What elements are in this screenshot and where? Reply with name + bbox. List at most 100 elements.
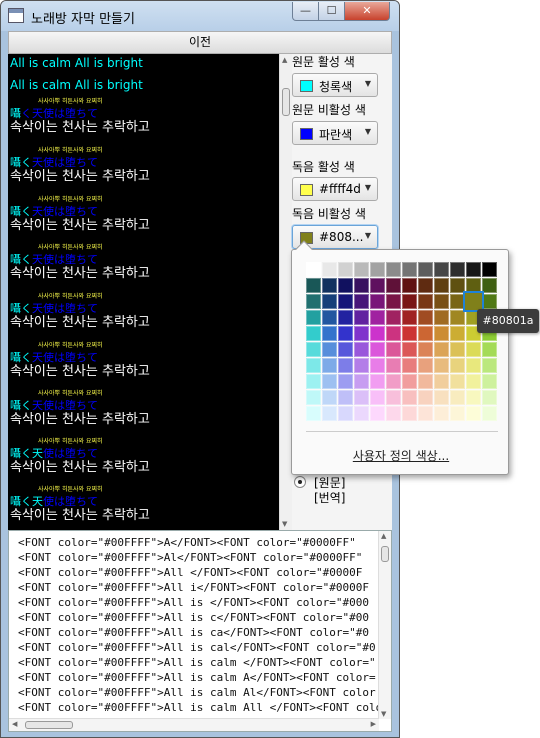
color-swatch[interactable]	[306, 278, 321, 293]
orig-inactive-color-combo[interactable]: 파란색 ▼	[292, 121, 378, 145]
color-swatch[interactable]	[418, 278, 433, 293]
color-swatch[interactable]	[338, 278, 353, 293]
color-swatch[interactable]	[386, 294, 401, 309]
scroll-down-icon[interactable]: ▼	[381, 710, 386, 718]
gray-swatch[interactable]	[386, 262, 401, 277]
color-swatch[interactable]	[482, 294, 497, 309]
color-swatch[interactable]	[370, 406, 385, 421]
code-vertical-scrollbar[interactable]: ▲ ▼	[378, 531, 391, 719]
color-swatch[interactable]	[322, 326, 337, 341]
color-swatch[interactable]	[338, 326, 353, 341]
code-output[interactable]: <FONT color="#00FFFF">A</FONT><FONT colo…	[8, 530, 392, 732]
scroll-right-icon[interactable]: ▶	[371, 720, 376, 728]
color-swatch[interactable]	[370, 342, 385, 357]
color-swatch[interactable]	[466, 390, 481, 405]
gray-swatch[interactable]	[306, 262, 321, 277]
minimize-button[interactable]: —	[292, 2, 319, 21]
color-swatch[interactable]	[354, 278, 369, 293]
color-swatch[interactable]	[386, 358, 401, 373]
color-swatch[interactable]	[386, 390, 401, 405]
color-swatch[interactable]	[386, 342, 401, 357]
scroll-up-icon[interactable]: ▲	[381, 532, 386, 540]
color-swatch[interactable]	[418, 294, 433, 309]
color-swatch[interactable]	[402, 390, 417, 405]
color-swatch[interactable]	[306, 390, 321, 405]
color-swatch[interactable]	[306, 294, 321, 309]
color-swatch[interactable]	[354, 390, 369, 405]
color-swatch[interactable]	[402, 294, 417, 309]
color-swatch[interactable]	[434, 278, 449, 293]
color-swatch[interactable]	[306, 342, 321, 357]
color-swatch[interactable]	[322, 358, 337, 373]
color-swatch[interactable]	[418, 358, 433, 373]
color-swatch[interactable]	[434, 310, 449, 325]
color-swatch[interactable]	[354, 406, 369, 421]
radio-original[interactable]	[294, 476, 306, 488]
color-swatch[interactable]	[354, 294, 369, 309]
color-swatch[interactable]	[322, 310, 337, 325]
color-swatch[interactable]	[450, 406, 465, 421]
gray-swatch[interactable]	[434, 262, 449, 277]
color-swatch[interactable]	[434, 390, 449, 405]
color-swatch[interactable]	[450, 342, 465, 357]
gray-swatch[interactable]	[322, 262, 337, 277]
color-swatch[interactable]	[322, 374, 337, 389]
color-swatch[interactable]	[434, 406, 449, 421]
color-swatch[interactable]	[354, 326, 369, 341]
color-swatch[interactable]	[402, 406, 417, 421]
gray-swatch[interactable]	[450, 262, 465, 277]
gray-swatch[interactable]	[402, 262, 417, 277]
color-swatch[interactable]	[306, 374, 321, 389]
color-swatch[interactable]	[354, 358, 369, 373]
color-swatch[interactable]	[338, 390, 353, 405]
color-swatch[interactable]	[418, 326, 433, 341]
color-swatch[interactable]	[386, 278, 401, 293]
gray-swatch[interactable]	[482, 262, 497, 277]
color-swatch[interactable]	[450, 326, 465, 341]
color-swatch[interactable]	[338, 374, 353, 389]
color-swatch[interactable]	[322, 390, 337, 405]
color-swatch[interactable]	[338, 358, 353, 373]
color-swatch[interactable]	[402, 310, 417, 325]
color-swatch[interactable]	[402, 374, 417, 389]
orig-active-color-combo[interactable]: 청록색 ▼	[292, 73, 378, 97]
color-swatch[interactable]	[306, 358, 321, 373]
color-swatch[interactable]	[434, 342, 449, 357]
color-swatch[interactable]	[354, 310, 369, 325]
color-swatch[interactable]	[386, 374, 401, 389]
color-swatch[interactable]	[386, 326, 401, 341]
color-swatch[interactable]	[434, 326, 449, 341]
color-swatch[interactable]	[450, 374, 465, 389]
color-swatch[interactable]	[370, 390, 385, 405]
color-swatch[interactable]	[418, 406, 433, 421]
maximize-button[interactable]: ☐	[318, 2, 345, 21]
color-swatch[interactable]	[450, 390, 465, 405]
color-swatch[interactable]	[402, 342, 417, 357]
close-button[interactable]: ✕	[344, 2, 390, 21]
color-swatch[interactable]	[402, 358, 417, 373]
color-swatch[interactable]	[434, 374, 449, 389]
color-swatch[interactable]	[386, 310, 401, 325]
color-swatch[interactable]	[322, 342, 337, 357]
color-swatch[interactable]	[322, 294, 337, 309]
color-swatch[interactable]	[482, 342, 497, 357]
color-swatch[interactable]	[306, 326, 321, 341]
color-swatch[interactable]	[322, 278, 337, 293]
color-swatch[interactable]	[306, 406, 321, 421]
color-swatch[interactable]	[370, 358, 385, 373]
scroll-thumb[interactable]	[282, 88, 290, 116]
color-swatch[interactable]	[370, 294, 385, 309]
color-swatch[interactable]	[338, 406, 353, 421]
scroll-thumb[interactable]	[25, 721, 73, 729]
title-bar[interactable]: 노래방 자막 만들기 — ☐ ✕	[1, 1, 399, 31]
color-swatch[interactable]	[370, 326, 385, 341]
color-swatch[interactable]	[482, 278, 497, 293]
color-swatch[interactable]	[370, 374, 385, 389]
color-swatch[interactable]	[434, 358, 449, 373]
color-swatch[interactable]	[482, 358, 497, 373]
color-swatch[interactable]	[418, 390, 433, 405]
color-swatch[interactable]	[418, 342, 433, 357]
color-swatch[interactable]	[466, 342, 481, 357]
gray-swatch[interactable]	[418, 262, 433, 277]
color-swatch[interactable]	[370, 310, 385, 325]
